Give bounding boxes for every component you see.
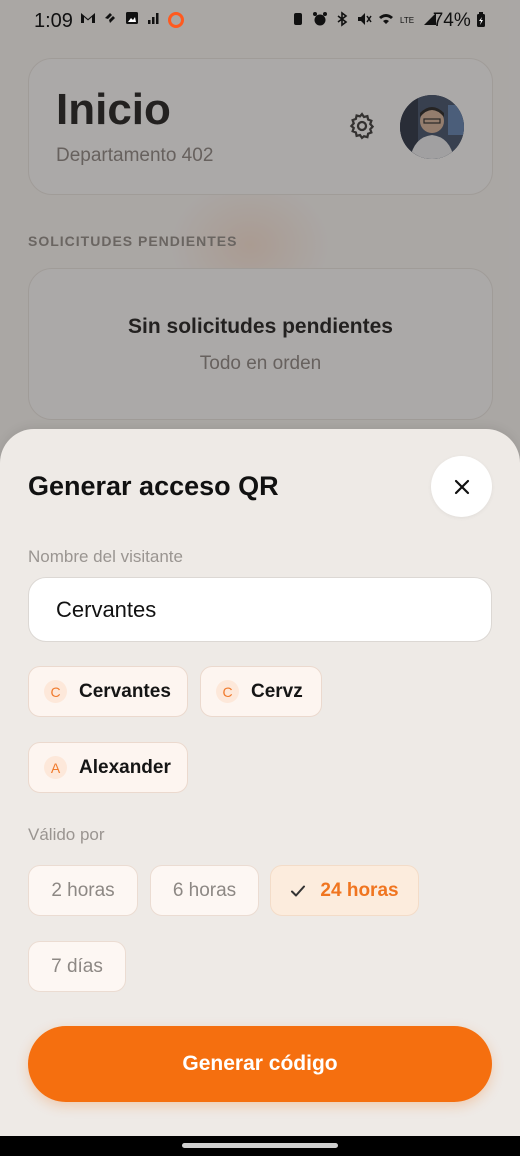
chip-name: Alexander <box>79 756 171 778</box>
close-icon <box>454 479 469 494</box>
suggestion-chip-cervantes[interactable]: C Cervantes <box>28 666 188 717</box>
sheet-title: Generar acceso QR <box>28 471 279 501</box>
duration-2-hours[interactable]: 2 horas <box>28 865 138 916</box>
chip-name: Cervantes <box>79 680 171 702</box>
home-gesture-handle[interactable] <box>182 1143 338 1148</box>
duration-6-hours[interactable]: 6 horas <box>150 865 259 916</box>
image-icon <box>126 12 138 24</box>
bluetooth-icon <box>337 11 348 27</box>
duration-24-hours[interactable]: 24 horas <box>270 865 419 916</box>
sync-icon <box>105 13 115 23</box>
chip-name: Cervz <box>251 680 303 702</box>
gmail-icon <box>81 13 95 23</box>
svg-text:LTE: LTE <box>400 16 414 25</box>
duration-label: 24 horas <box>320 879 399 901</box>
status-bar: 1:09 LTE 74% <box>0 0 520 40</box>
nfc-icon <box>294 13 302 25</box>
duration-label: 2 horas <box>51 879 115 901</box>
valid-for-label: Válido por <box>28 825 105 844</box>
qr-access-sheet: Generar acceso QR Nombre del visitante C… <box>0 429 520 1136</box>
suggestion-chip-cervz[interactable]: C Cervz <box>200 666 322 717</box>
ring-icon <box>168 12 184 28</box>
chip-initial: C <box>216 680 239 703</box>
close-button[interactable] <box>431 456 492 517</box>
chip-initial: C <box>44 680 67 703</box>
battery-percent: 74% <box>432 10 471 31</box>
visitor-name-label: Nombre del visitante <box>28 547 183 566</box>
visitor-name-input[interactable] <box>28 577 492 642</box>
duration-label: 6 horas <box>172 879 237 901</box>
mute-icon <box>358 13 372 25</box>
navigation-bar <box>0 1136 520 1156</box>
status-left-icons <box>80 10 184 28</box>
duration-label: 7 días <box>51 955 103 977</box>
status-battery: 74% <box>433 10 486 32</box>
lte-icon: LTE <box>400 16 414 25</box>
wifi-icon <box>379 14 393 24</box>
signal-icon <box>148 13 159 24</box>
suggestion-chip-alexander[interactable]: A Alexander <box>28 742 188 793</box>
chip-initial: A <box>44 756 67 779</box>
status-time: 1:09 <box>34 10 73 32</box>
duration-7-days[interactable]: 7 días <box>28 941 126 992</box>
check-icon <box>291 885 306 896</box>
generate-code-button[interactable]: Generar código <box>28 1026 492 1102</box>
alarm-icon <box>313 12 327 26</box>
battery-icon <box>477 12 485 27</box>
status-right-icons: LTE <box>290 11 438 27</box>
